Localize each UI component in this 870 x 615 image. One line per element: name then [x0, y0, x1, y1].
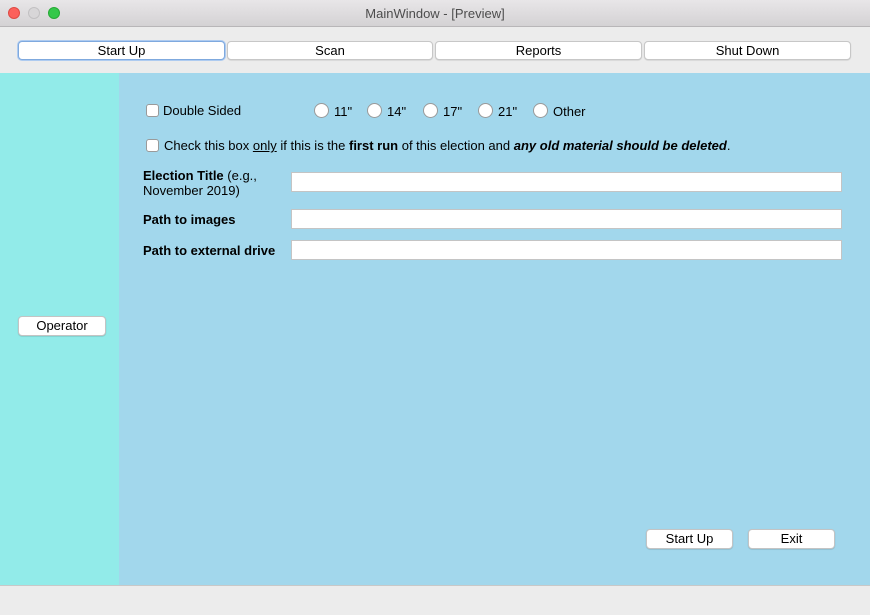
double-sided-label: Double Sided: [163, 103, 242, 118]
tab-bar: Start Up Scan Reports Shut Down: [0, 27, 870, 73]
size-21-label: 21": [498, 104, 518, 119]
tab-reports[interactable]: Reports: [435, 41, 642, 60]
election-title-label: Election Title (e.g., November 2019): [143, 168, 257, 198]
first-run-label: Check this box only if this is the first…: [164, 138, 731, 153]
path-images-input[interactable]: [291, 209, 842, 229]
tab-scan[interactable]: Scan: [227, 41, 433, 60]
size-11-radio[interactable]: [314, 103, 329, 118]
size-14-radio[interactable]: [367, 103, 382, 118]
size-14-label: 14": [387, 104, 407, 119]
double-sided-checkbox[interactable]: [146, 104, 159, 117]
title-bar: MainWindow - [Preview]: [0, 0, 870, 27]
status-bar: [0, 585, 870, 615]
exit-button[interactable]: Exit: [748, 529, 835, 549]
size-other-label: Other: [553, 104, 586, 119]
election-title-input[interactable]: [291, 172, 842, 192]
size-11-label: 11": [334, 104, 353, 119]
first-run-checkbox[interactable]: [146, 139, 159, 152]
path-images-label: Path to images: [143, 212, 236, 227]
window-title: MainWindow - [Preview]: [365, 6, 505, 21]
operator-button[interactable]: Operator: [18, 316, 106, 336]
start-up-button[interactable]: Start Up: [646, 529, 733, 549]
tab-start-up[interactable]: Start Up: [18, 41, 225, 60]
start-up-panel: Double Sided 11" 14" 17" 21" Other Check…: [119, 73, 870, 585]
path-external-label: Path to external drive: [143, 243, 276, 258]
size-17-label: 17": [443, 104, 463, 119]
path-external-input[interactable]: [291, 240, 842, 260]
size-other-radio[interactable]: [533, 103, 548, 118]
size-21-radio[interactable]: [478, 103, 493, 118]
size-17-radio[interactable]: [423, 103, 438, 118]
sidebar-panel: Operator: [0, 73, 119, 585]
tab-shut-down[interactable]: Shut Down: [644, 41, 851, 60]
